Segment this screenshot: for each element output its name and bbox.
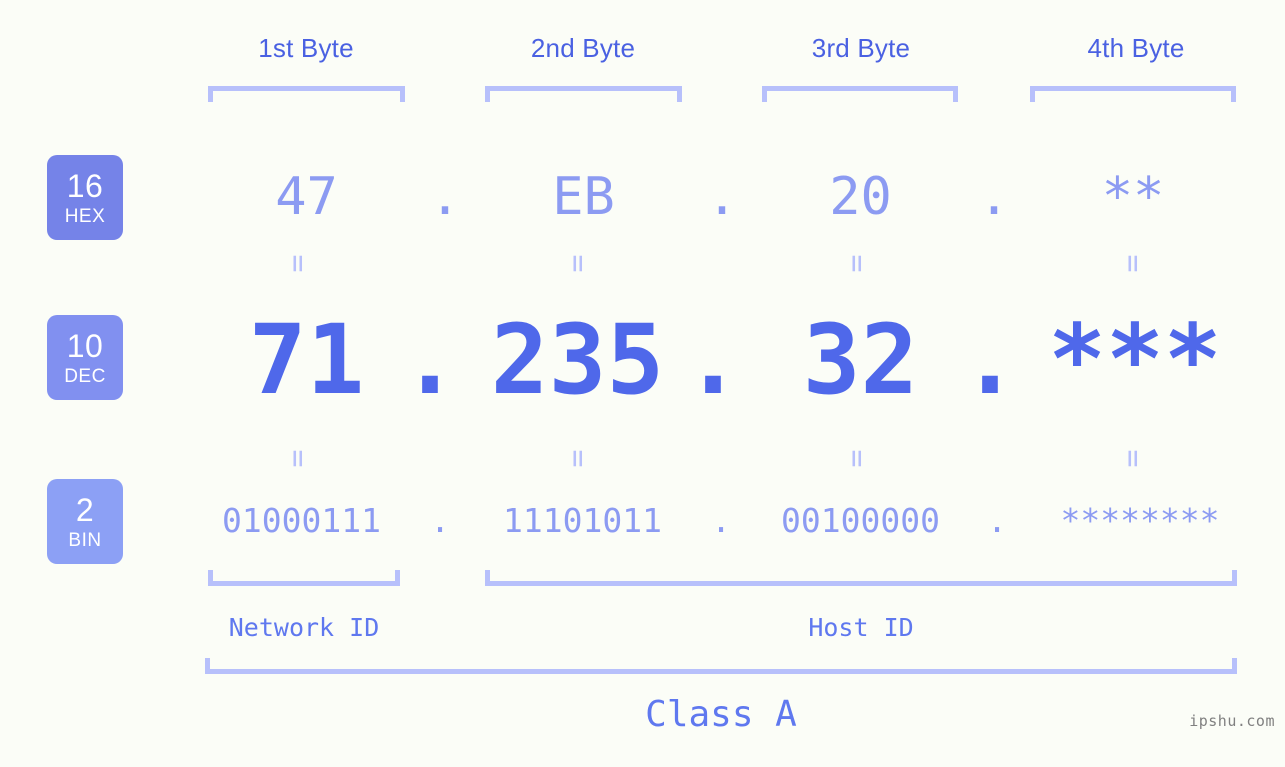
byte-header-3: 3rd Byte xyxy=(811,33,911,63)
hex-separator-1: . xyxy=(429,167,461,227)
equals-icon-dec-bin-2: = xyxy=(560,449,596,467)
equals-icon-dec-bin-3: = xyxy=(839,449,875,467)
hex-octet-1: 47 xyxy=(275,167,338,227)
byte-bracket-3 xyxy=(762,86,958,102)
ip-address-diagram: 1st Byte 2nd Byte 3rd Byte 4th Byte 16 H… xyxy=(0,0,1285,767)
network-id-label: Network ID xyxy=(228,613,380,642)
bin-octet-2: 11101011 xyxy=(503,501,662,540)
hex-octet-2: EB xyxy=(552,167,615,227)
host-id-label: Host ID xyxy=(808,613,914,642)
equals-icon-hex-dec-1: = xyxy=(280,254,316,272)
byte-header-2: 2nd Byte xyxy=(530,33,636,63)
network-id-bracket xyxy=(208,570,400,586)
hex-octet-3: 20 xyxy=(829,167,892,227)
dec-row: 71 . 235 . 32 . *** xyxy=(0,300,1285,420)
dec-separator-1: . xyxy=(401,304,459,416)
dec-octet-2: 235 xyxy=(490,304,665,416)
watermark: ipshu.com xyxy=(1189,712,1275,730)
bin-separator-3: . xyxy=(987,501,1007,540)
dec-octet-1: 71 xyxy=(248,304,365,416)
equals-icon-dec-bin-1: = xyxy=(280,449,316,467)
byte-bracket-2 xyxy=(485,86,682,102)
byte-bracket-4 xyxy=(1030,86,1236,102)
equals-icon-hex-dec-2: = xyxy=(560,254,596,272)
dec-octet-4: *** xyxy=(1048,304,1222,416)
dec-separator-2: . xyxy=(684,304,742,416)
equals-icon-dec-bin-4: = xyxy=(1115,449,1151,467)
equals-icon-hex-dec-4: = xyxy=(1115,254,1151,272)
byte-header-1: 1st Byte xyxy=(258,33,354,63)
dec-separator-3: . xyxy=(961,304,1019,416)
bin-row: 01000111 . 11101011 . 00100000 . *******… xyxy=(0,490,1285,552)
hex-separator-2: . xyxy=(706,167,738,227)
bin-octet-3: 00100000 xyxy=(781,501,940,540)
hex-octet-4: ** xyxy=(1101,167,1165,227)
bin-octet-1: 01000111 xyxy=(222,501,381,540)
hex-separator-3: . xyxy=(978,167,1010,227)
hex-row: 47 . EB . 20 . ** xyxy=(0,150,1285,245)
bin-separator-2: . xyxy=(711,501,731,540)
class-bracket xyxy=(205,658,1237,674)
host-id-bracket xyxy=(485,570,1237,586)
byte-bracket-1 xyxy=(208,86,405,102)
dec-octet-3: 32 xyxy=(802,304,919,416)
equals-icon-hex-dec-3: = xyxy=(839,254,875,272)
bin-octet-4: ******** xyxy=(1060,501,1220,540)
class-label: Class A xyxy=(645,694,797,735)
byte-header-4: 4th Byte xyxy=(1087,33,1185,63)
bin-separator-1: . xyxy=(430,501,450,540)
